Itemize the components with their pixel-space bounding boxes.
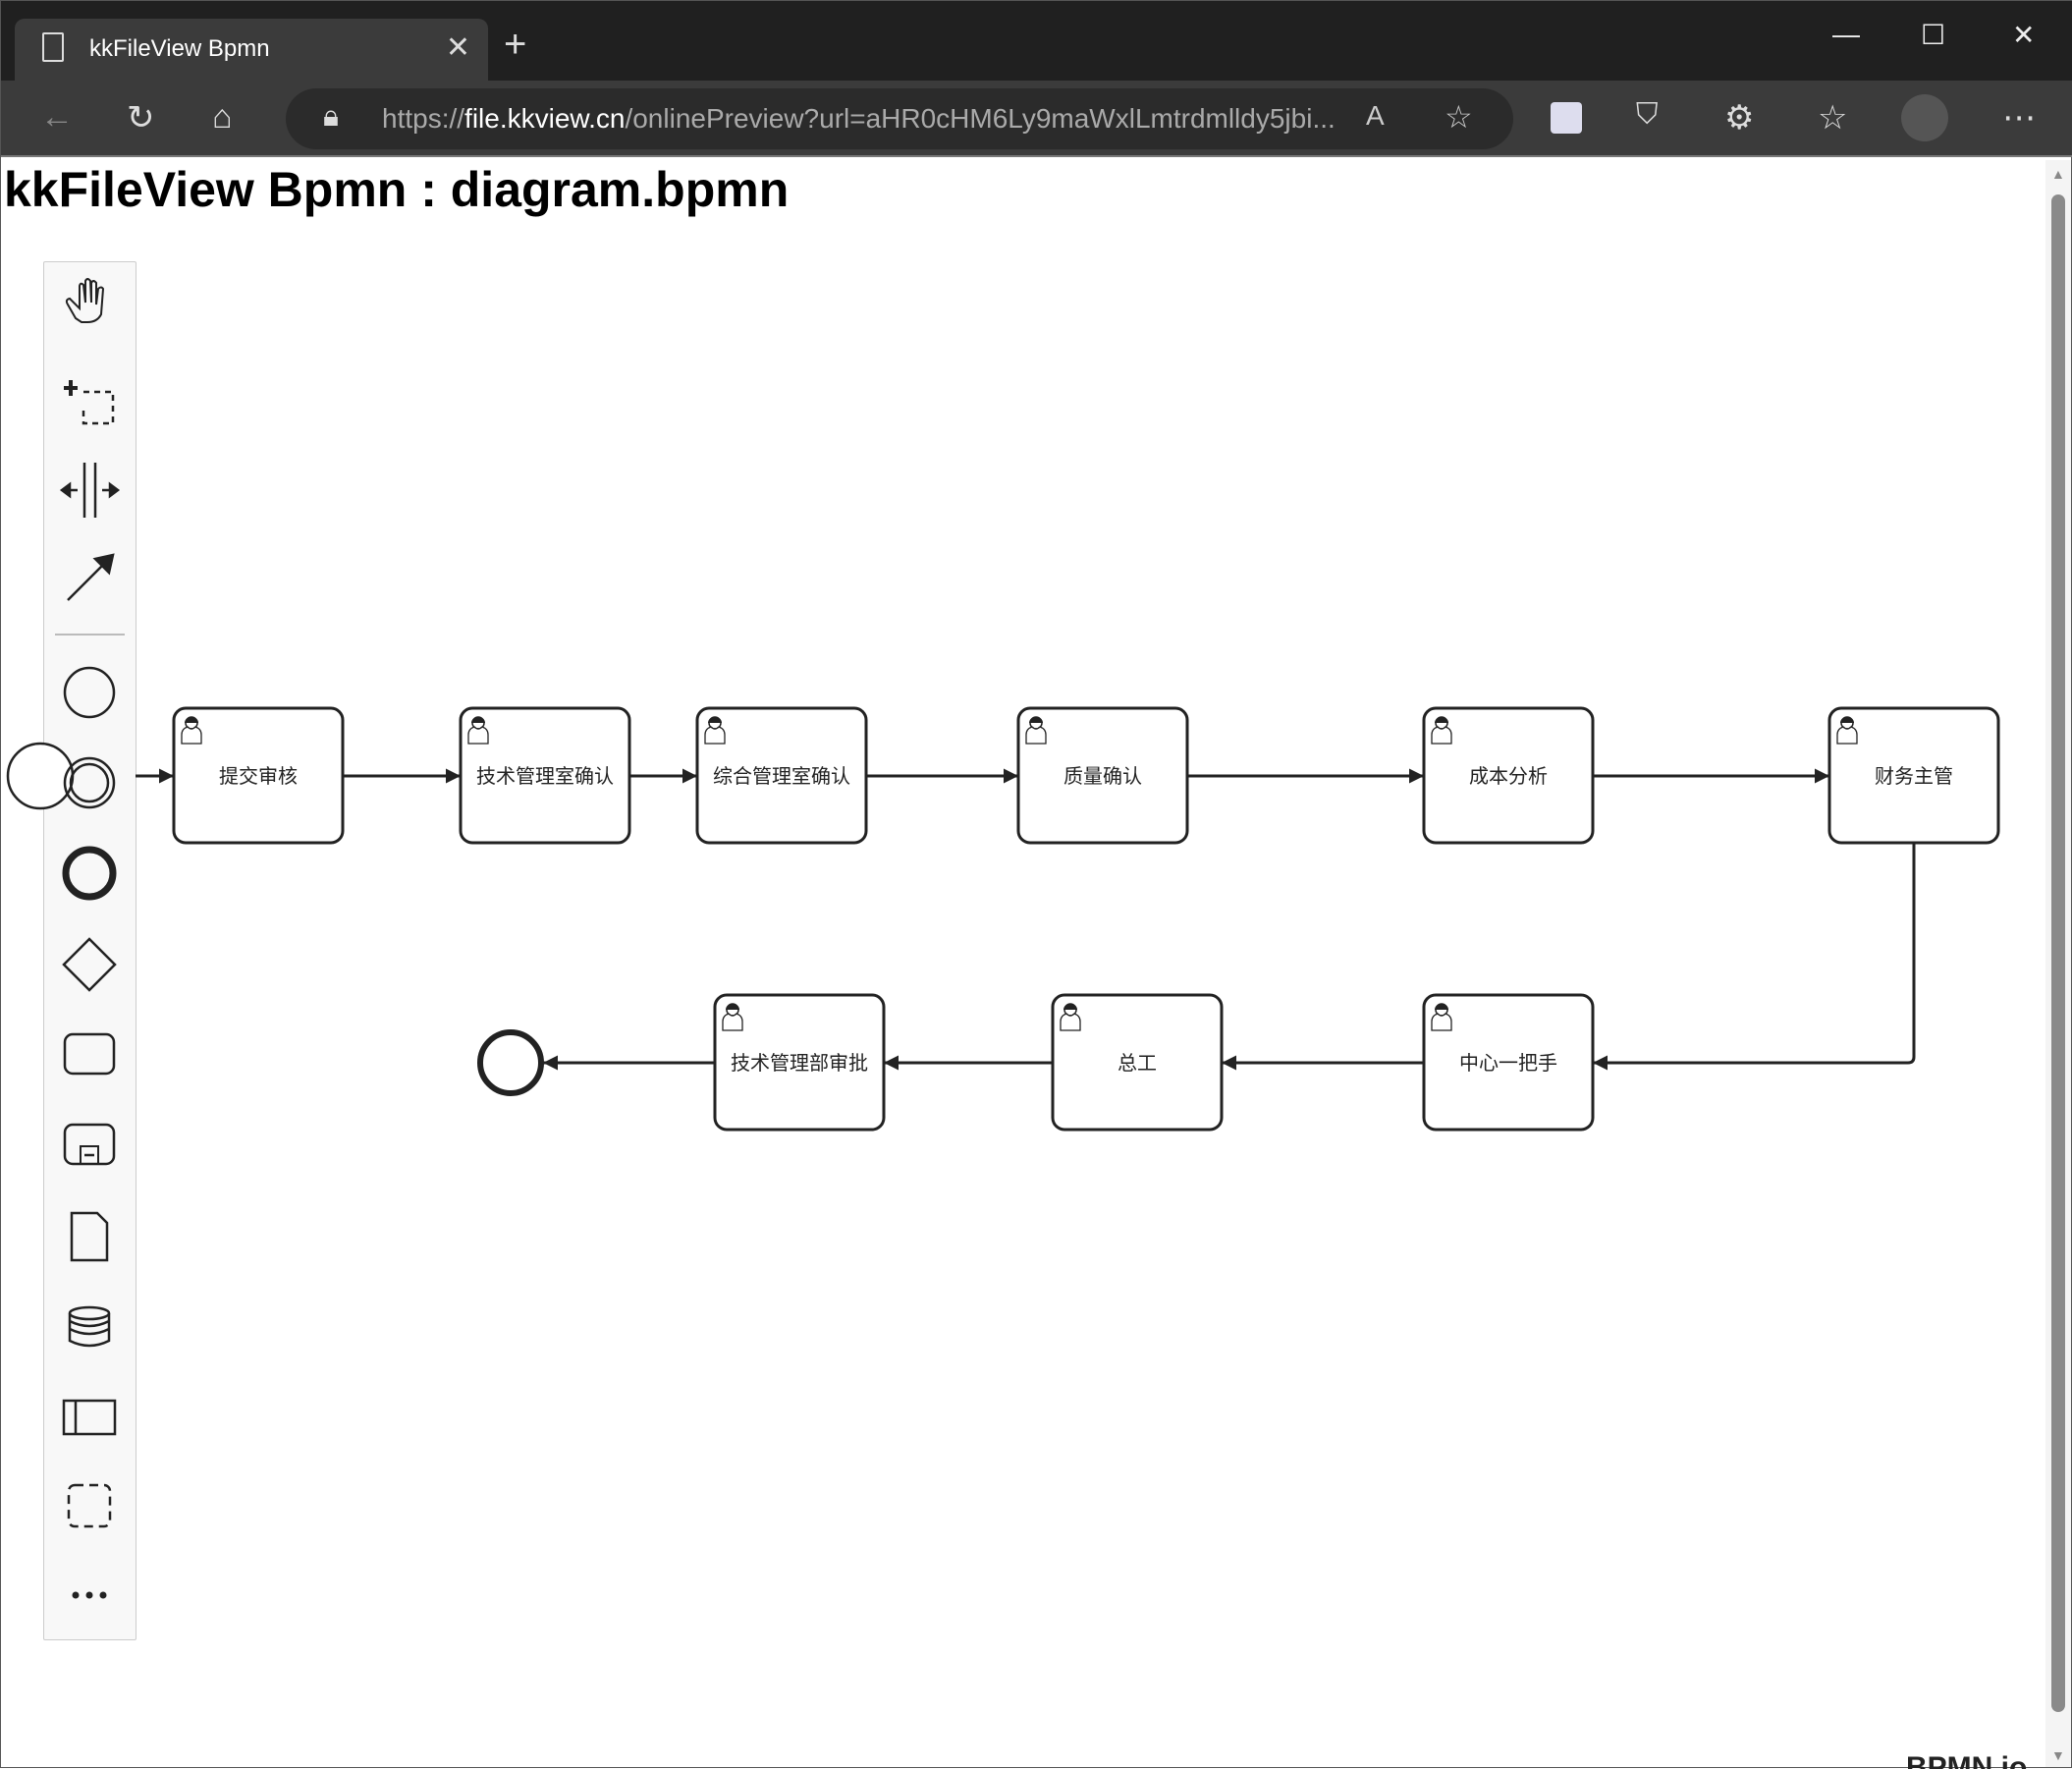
task-label: 总工 [1118, 1051, 1157, 1075]
scrollbar-thumb[interactable] [2051, 194, 2065, 1712]
user-task[interactable]: 提交审核 [172, 706, 345, 845]
task-label: 技术管理部审批 [731, 1051, 868, 1075]
start-event-icon[interactable] [63, 666, 116, 719]
hand-tool-icon[interactable] [65, 278, 105, 323]
data-object-icon[interactable] [70, 1211, 109, 1262]
bpmn-io-watermark[interactable]: BPMN.io [1906, 1751, 2027, 1769]
pool-icon[interactable] [62, 1399, 117, 1436]
task-label: 综合管理室确认 [713, 764, 850, 788]
scroll-up-arrow[interactable]: ▲ [2051, 166, 2065, 182]
subprocess-icon[interactable] [63, 1123, 116, 1166]
user-task[interactable]: 技术管理室确认 [459, 706, 631, 845]
task-icon[interactable] [63, 1032, 116, 1076]
flow[interactable] [1593, 843, 1916, 1071]
palette-icons [55, 278, 125, 1599]
task-label: 提交审核 [219, 764, 298, 788]
end-event[interactable] [477, 1029, 544, 1096]
user-task[interactable]: 技术管理部审批 [713, 993, 886, 1132]
scroll-down-arrow[interactable]: ▼ [2051, 1747, 2065, 1763]
data-store-icon[interactable] [68, 1305, 111, 1348]
user-task[interactable]: 质量确认 [1016, 706, 1189, 845]
connect-tool-icon[interactable] [67, 553, 115, 601]
user-task[interactable]: 总工 [1051, 993, 1224, 1132]
space-tool-icon[interactable] [59, 463, 121, 518]
task-label: 技术管理室确认 [476, 764, 614, 788]
task-label: 财务主管 [1875, 764, 1953, 788]
user-task[interactable]: 中心一把手 [1422, 993, 1595, 1132]
start-event[interactable] [6, 742, 75, 810]
lasso-tool-icon[interactable] [64, 380, 115, 425]
group-icon[interactable] [67, 1483, 112, 1528]
task-label: 质量确认 [1063, 764, 1142, 788]
bpmn-canvas[interactable]: 提交审核 技术管理室确认 综合管理室确认 质量确认 成本分析 财务主管 中心一把… [1, 1, 2072, 1769]
end-event-icon[interactable] [62, 846, 117, 901]
task-label: 成本分析 [1469, 764, 1548, 788]
user-task[interactable]: 成本分析 [1422, 706, 1595, 845]
task-label: 中心一把手 [1459, 1051, 1557, 1075]
user-task[interactable]: 财务主管 [1827, 706, 2000, 845]
vertical-scrollbar[interactable]: ▲ ▼ [2045, 160, 2071, 1767]
gateway-icon[interactable] [62, 937, 117, 992]
more-icon[interactable] [72, 1591, 107, 1599]
user-task[interactable]: 综合管理室确认 [695, 706, 868, 845]
